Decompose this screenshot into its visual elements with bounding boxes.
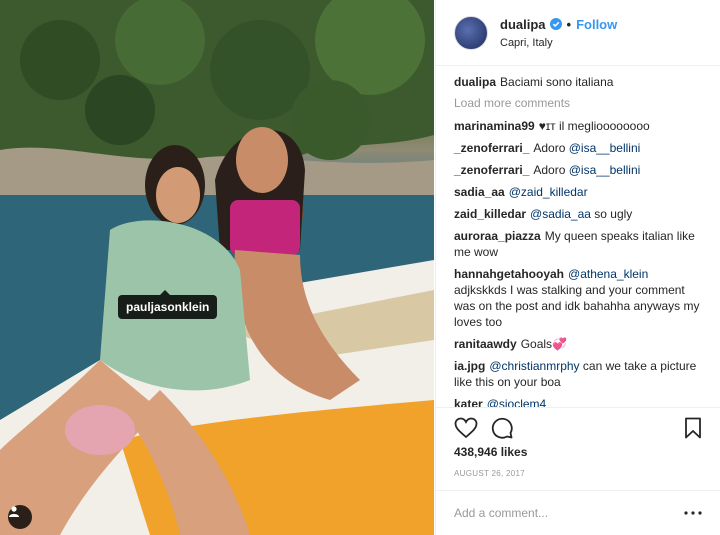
comment-username[interactable]: sadia_aa [454, 185, 505, 199]
more-options-icon[interactable] [684, 511, 702, 515]
follow-button[interactable]: Follow [576, 17, 617, 32]
comment-item: _zenoferrari_ Adoro @isa__bellini [454, 162, 702, 178]
person-icon[interactable] [8, 505, 32, 529]
comment-username[interactable]: kater [454, 397, 483, 407]
comment-item: sadia_aa @zaid_killedar [454, 184, 702, 200]
comment-mention[interactable]: @sadia_aa [530, 207, 591, 221]
add-comment-bar [436, 490, 720, 535]
comment-username[interactable]: auroraa_piazza [454, 229, 541, 243]
comment-item: kater @sjoclem4 [454, 396, 702, 407]
load-more-comments-button[interactable]: Load more comments [454, 96, 702, 110]
comment-text: Adoro [533, 163, 569, 177]
comment-mention[interactable]: @zaid_killedar [509, 185, 588, 199]
avatar[interactable] [454, 15, 488, 50]
post-date: AUGUST 26, 2017 [454, 469, 526, 478]
comment-username[interactable]: _zenoferrari_ [454, 141, 529, 155]
caption-text: Baciami sono italiana [500, 75, 614, 89]
comment-item: auroraa_piazza My queen speaks italian li… [454, 228, 702, 260]
verified-badge-icon [549, 18, 562, 30]
comment-mention[interactable]: @isa__bellini [569, 163, 641, 177]
comment-text: adjkskkds I was stalking and your commen… [454, 283, 700, 329]
comment-text: ♥ɪт il meglioooooooo [538, 119, 650, 133]
comment-mention[interactable]: @isa__bellini [569, 141, 641, 155]
comment-item: hannahgetahooyah @athena_klein adjkskkds … [454, 266, 702, 330]
comment-icon[interactable] [490, 416, 514, 440]
comment-text: so ugly [590, 207, 633, 221]
photo-illustration [0, 0, 434, 535]
bookmark-icon[interactable] [684, 417, 702, 439]
comment-text: Adoro [533, 141, 569, 155]
photo-tag-label[interactable]: pauljasonklein [118, 290, 218, 319]
heart-icon[interactable] [454, 417, 478, 439]
comment-input[interactable] [454, 506, 674, 520]
location-link[interactable]: Capri, Italy [500, 37, 617, 49]
comment-username[interactable]: hannahgetahooyah [454, 267, 564, 281]
post-header: dualipa • Follow Capri, Italy [436, 0, 720, 66]
post-details-panel: dualipa • Follow Capri, Italy dualipa Bac… [435, 0, 720, 535]
post-photo[interactable]: pauljasonklein [0, 0, 434, 535]
comment-mention[interactable]: @athena_klein [568, 267, 648, 281]
comment-item: _zenoferrari_ Adoro @isa__bellini [454, 140, 702, 156]
comment-username[interactable]: ranitaawdy [454, 337, 517, 351]
post-actions [436, 410, 720, 446]
comment-username[interactable]: ia.jpg [454, 359, 485, 373]
caption: dualipa Baciami sono italiana [454, 74, 702, 90]
comment-item: zaid_killedar @sadia_aa so ugly [454, 206, 702, 222]
comment-item: marinamina99 ♥ɪт il meglioooooooo [454, 118, 702, 134]
comment-mention[interactable]: @christianmrphy [489, 359, 579, 373]
comment-item: ia.jpg @christianmrphy can we take a pict… [454, 358, 702, 390]
comment-mention[interactable]: @sjoclem4 [487, 397, 547, 407]
header-separator: • [566, 16, 572, 32]
comment-username[interactable]: _zenoferrari_ [454, 163, 529, 177]
comments-list[interactable]: dualipa Baciami sono italiana Load more c… [436, 66, 720, 408]
comment-username[interactable]: marinamina99 [454, 119, 535, 133]
comment-username[interactable]: zaid_killedar [454, 207, 526, 221]
likes-count[interactable]: 438,946 likes [454, 445, 527, 459]
caption-username[interactable]: dualipa [454, 75, 496, 89]
header-username[interactable]: dualipa [500, 17, 546, 32]
comment-text: Goals💞 [520, 337, 567, 351]
comment-item: ranitaawdy Goals💞 [454, 336, 702, 352]
